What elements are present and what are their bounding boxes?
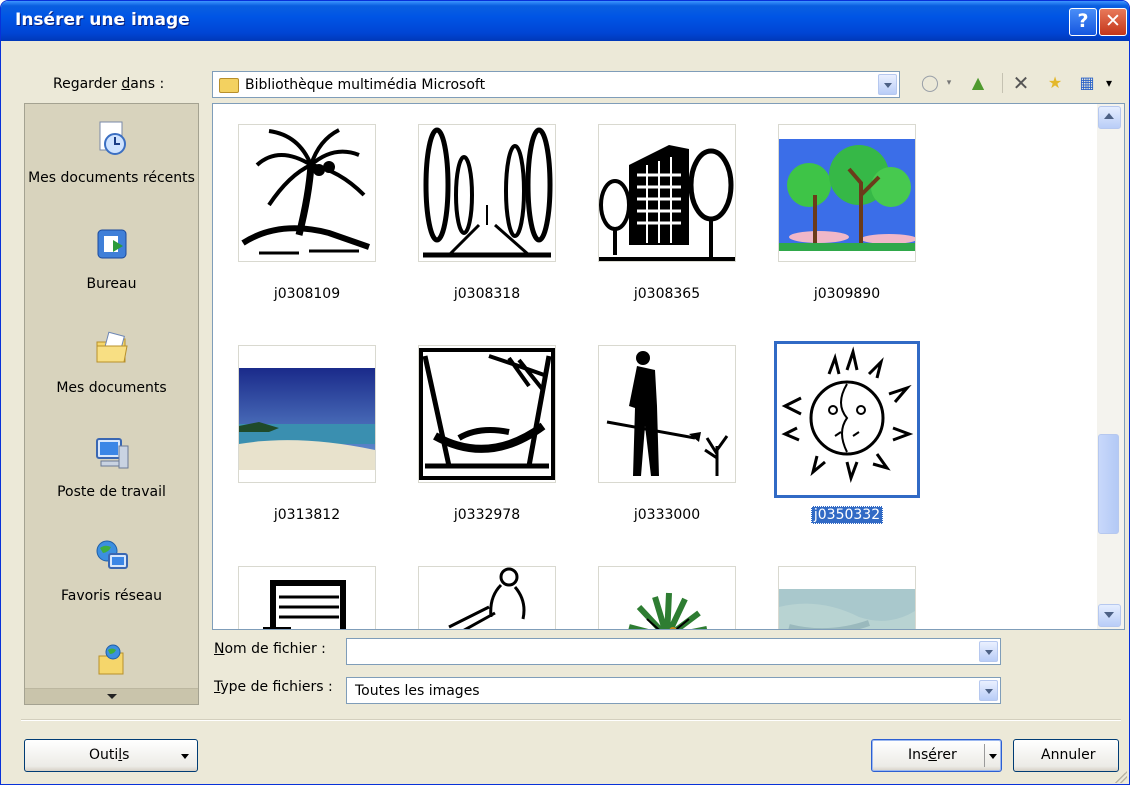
palm-island-image: [241, 128, 370, 255]
scroll-thumb[interactable]: [1098, 434, 1119, 534]
chevron-down-icon[interactable]: [878, 74, 897, 95]
place-label: Poste de travail: [57, 484, 166, 500]
tools-button-label: Outils: [89, 747, 130, 763]
file-name[interactable]: j0308365: [592, 286, 742, 302]
title-bar[interactable]: Insérer une image ? ✕: [1, 1, 1129, 41]
look-in-dropdown[interactable]: Bibliothèque multimédia Microsoft: [212, 71, 900, 98]
close-button[interactable]: ✕: [1099, 8, 1127, 36]
tree-avenue-image: [423, 127, 553, 258]
person-shovel-image: [606, 351, 729, 476]
file-name[interactable]: j0332978: [412, 507, 562, 523]
new-folder-icon[interactable]: ★: [1044, 72, 1066, 94]
look-in-label: Regarder dans :: [53, 76, 165, 92]
file-type-value: Toutes les images: [355, 683, 480, 699]
look-in-value: Bibliothèque multimédia Microsoft: [245, 77, 486, 93]
resize-grip-icon[interactable]: [1115, 771, 1127, 783]
delete-icon[interactable]: ✕: [1010, 72, 1032, 94]
back-dropdown-icon[interactable]: ▾: [938, 72, 960, 94]
blue-photo-image: [779, 567, 915, 629]
up-folder-icon[interactable]: ▲: [967, 72, 989, 94]
divider: [21, 719, 1121, 721]
place-recent-documents[interactable]: Mes documents récents: [25, 120, 198, 186]
building-trees-image: [599, 145, 735, 261]
place-my-computer[interactable]: Poste de travail: [25, 434, 198, 500]
file-name[interactable]: j0308318: [412, 286, 562, 302]
network-places-icon: [96, 540, 128, 569]
insert-image-dialog: Insérer une image ? ✕ Regarder dans : Bi…: [0, 0, 1130, 785]
file-thumbnail[interactable]: [418, 566, 556, 629]
reading-person-image: [448, 567, 526, 629]
sun-face-image: [781, 346, 914, 484]
places-bar: Mes documents récents Bureau Mes documen…: [24, 103, 199, 705]
views-dropdown-icon[interactable]: ▾: [1098, 72, 1120, 94]
web-folder-icon: [98, 644, 123, 675]
insert-button-label: Insérer: [908, 747, 957, 763]
file-name-label: Nom de fichier :: [214, 641, 326, 657]
file-thumbnail[interactable]: [778, 566, 916, 629]
file-thumbnail[interactable]: [238, 124, 376, 262]
chevron-down-icon[interactable]: [979, 680, 998, 701]
recent-documents-icon: [99, 121, 126, 155]
file-name-field[interactable]: [346, 638, 1001, 665]
help-button[interactable]: ?: [1069, 8, 1097, 36]
radio-image: [263, 580, 346, 629]
file-thumbnail[interactable]: [238, 566, 376, 629]
insert-button[interactable]: Insérer: [871, 739, 1002, 772]
file-type-label: Type de fichiers :: [214, 679, 333, 695]
hammock-image: [419, 348, 555, 480]
split-divider: [984, 744, 985, 767]
beach-photo-image: [239, 346, 375, 482]
file-thumbnail[interactable]: [598, 566, 736, 629]
file-name[interactable]: j0333000: [592, 507, 742, 523]
file-thumbnail[interactable]: [238, 345, 376, 483]
file-thumbnail[interactable]: [418, 124, 556, 262]
place-my-documents[interactable]: Mes documents: [25, 330, 198, 396]
cancel-button[interactable]: Annuler: [1013, 739, 1119, 772]
place-label: Favoris réseau: [60, 588, 162, 604]
my-documents-icon: [96, 331, 128, 363]
chevron-down-icon[interactable]: [979, 641, 998, 662]
file-name[interactable]: j0313812: [232, 507, 382, 523]
place-label: Bureau: [86, 276, 137, 292]
file-thumbnail[interactable]: [418, 345, 556, 483]
place-label: Mes documents: [56, 380, 167, 396]
views-icon[interactable]: ▦: [1076, 72, 1098, 94]
plant-image: [628, 592, 707, 629]
file-thumbnail[interactable]: [598, 124, 736, 262]
file-name[interactable]: j0309890: [772, 286, 922, 302]
scroll-down-button[interactable]: [1098, 604, 1121, 627]
file-name[interactable]: j0308109: [232, 286, 382, 302]
place-network-places[interactable]: Favoris réseau: [25, 538, 198, 604]
scroll-up-button[interactable]: [1098, 106, 1121, 129]
file-thumbnail[interactable]: [778, 124, 916, 262]
my-computer-icon: [95, 438, 128, 469]
place-web-folder[interactable]: [25, 642, 198, 692]
place-desktop[interactable]: Bureau: [25, 226, 198, 292]
file-thumbnail[interactable]: [598, 345, 736, 483]
file-thumbnail-selected[interactable]: [774, 341, 920, 498]
folder-icon: [219, 78, 239, 93]
insert-options-arrow-icon[interactable]: [989, 754, 997, 759]
file-name-selected[interactable]: j0350332: [772, 506, 922, 524]
dialog-title: Insérer une image: [15, 10, 190, 30]
color-trees-image: [779, 125, 915, 261]
toolbar-separator: [1002, 73, 1003, 93]
places-scroll-down-button[interactable]: [25, 688, 198, 704]
place-label: Mes documents récents: [28, 170, 195, 186]
desktop-icon: [97, 229, 126, 259]
file-list[interactable]: j0308109 j0308318 j0308365 j0309890 j031…: [212, 103, 1125, 630]
tools-button[interactable]: Outils .btn-drop::after{right:8px;}: [24, 739, 198, 772]
file-type-dropdown[interactable]: Toutes les images: [346, 677, 1001, 704]
cancel-button-label: Annuler: [1041, 747, 1096, 763]
file-list-scrollbar[interactable]: [1097, 104, 1124, 629]
